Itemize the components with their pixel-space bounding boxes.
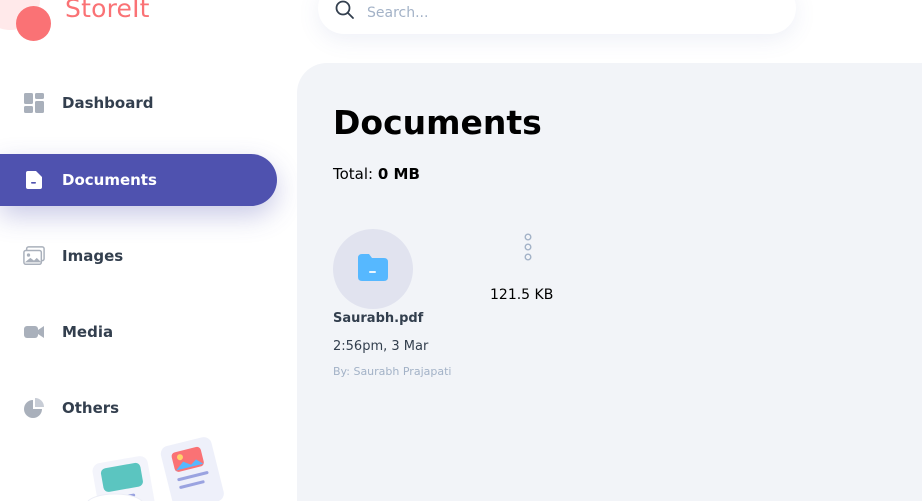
file-size: 121.5 KB	[490, 287, 554, 303]
more-options-icon[interactable]	[521, 232, 535, 262]
sidebar-item-label: Images	[62, 247, 124, 265]
video-icon	[23, 321, 45, 343]
file-date: 2:56pm, 3 Mar	[333, 339, 429, 354]
pie-chart-icon	[23, 397, 45, 419]
app-logo-text[interactable]: StoreIt	[65, 0, 150, 23]
file-card[interactable]: 121.5 KB Saurabh.pdf 2:56pm, 3 Mar By: S…	[333, 229, 563, 389]
file-name[interactable]: Saurabh.pdf	[333, 311, 423, 326]
folder-icon	[357, 252, 389, 286]
search-input[interactable]	[367, 5, 747, 21]
document-icon	[23, 169, 45, 191]
file-thumbnail[interactable]	[333, 229, 413, 309]
sidebar-item-label: Media	[62, 323, 114, 341]
dashboard-icon	[23, 92, 45, 114]
sidebar-item-label: Others	[62, 399, 120, 417]
image-icon	[23, 245, 45, 267]
main-content: Documents Total: 0 MB 121.5 KB Saurabh.p…	[297, 63, 922, 501]
total-value: 0 MB	[377, 165, 420, 183]
sidebar-item-label: Documents	[62, 171, 157, 189]
file-owner: By: Saurabh Prajapati	[333, 365, 452, 378]
search-bar[interactable]	[318, 0, 796, 34]
files-illustration	[80, 432, 230, 501]
page-title: Documents	[333, 103, 542, 142]
sidebar-item-dashboard[interactable]: Dashboard	[0, 77, 277, 129]
total-label: Total:	[333, 165, 374, 183]
sidebar-item-media[interactable]: Media	[0, 306, 277, 358]
sidebar-item-others[interactable]: Others	[0, 382, 277, 434]
sidebar-item-images[interactable]: Images	[0, 230, 277, 282]
sidebar-item-documents[interactable]: Documents	[0, 154, 277, 206]
sidebar-item-label: Dashboard	[62, 94, 154, 112]
search-icon	[334, 0, 356, 21]
total-size: Total: 0 MB	[333, 165, 420, 183]
logo-icon	[16, 6, 51, 41]
